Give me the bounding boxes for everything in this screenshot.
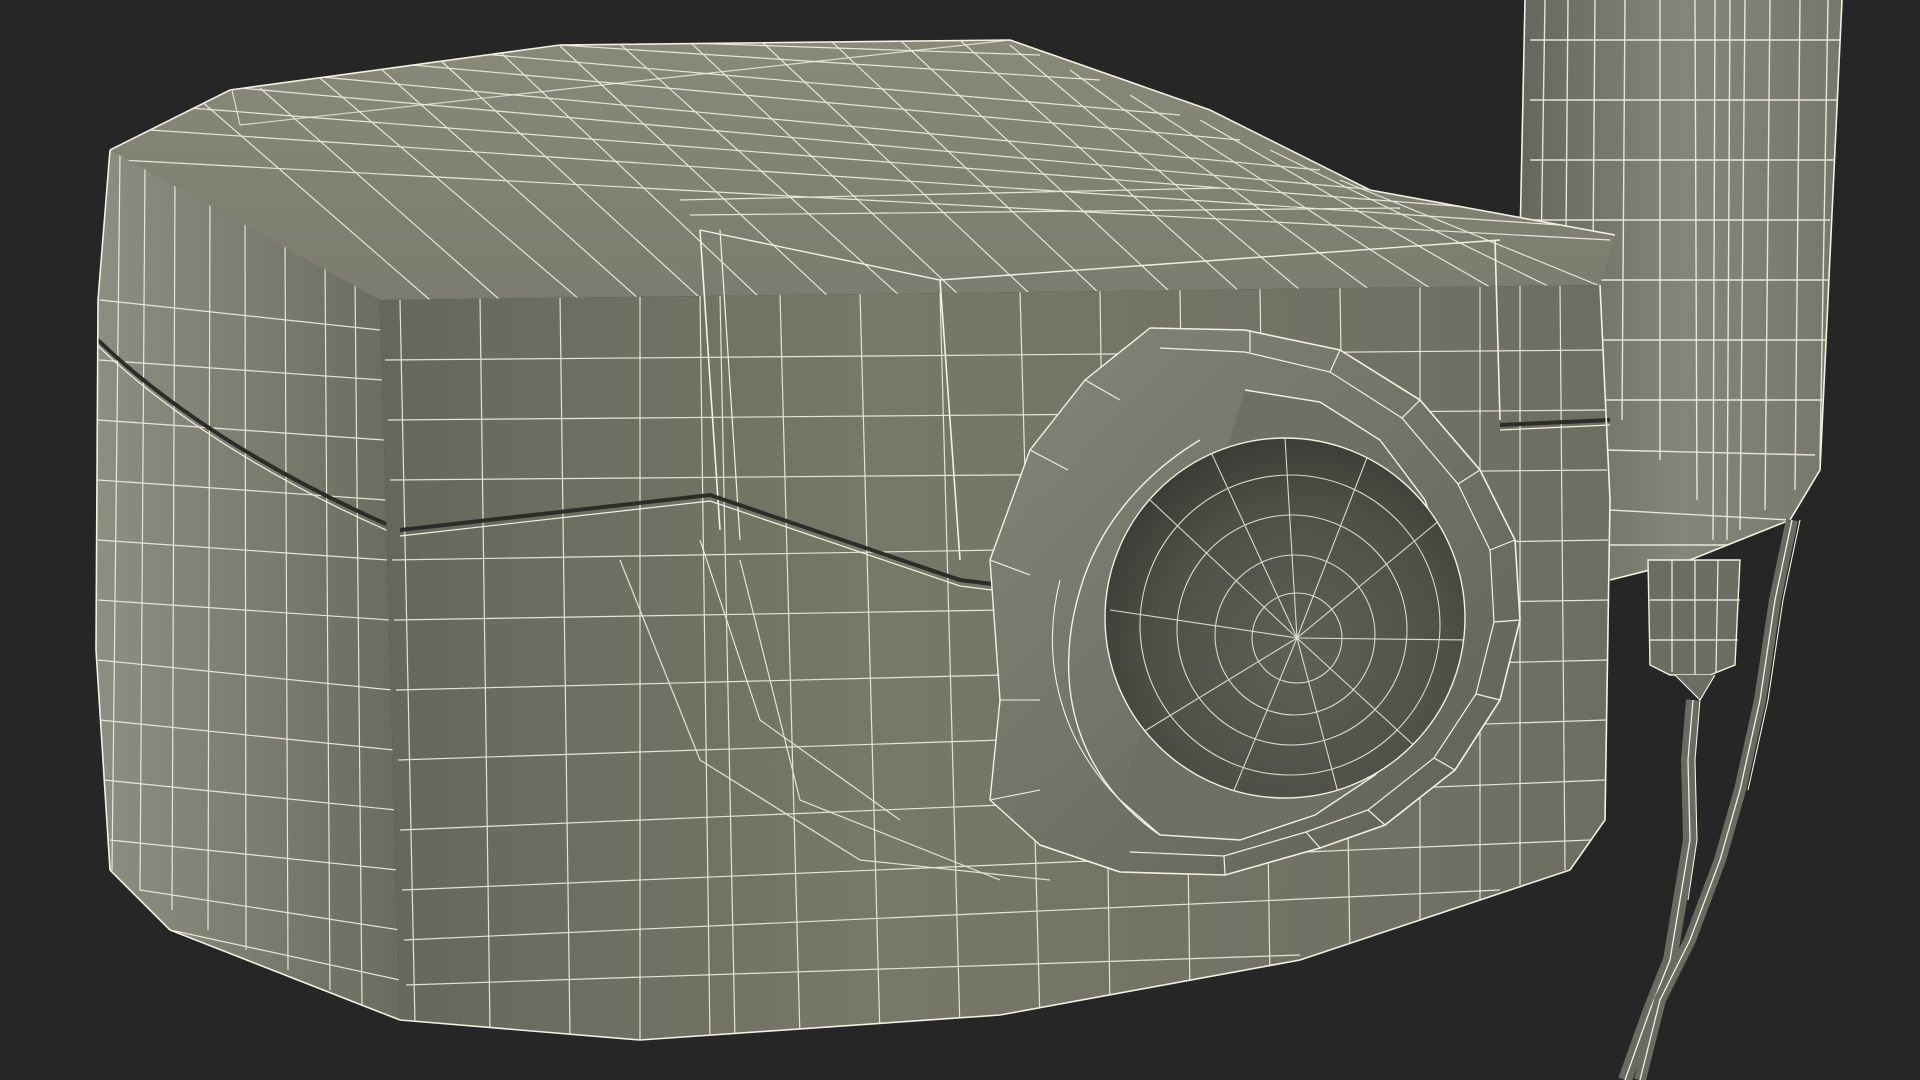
wireframe-render	[95, 0, 1843, 1080]
housing-top-surface	[109, 39, 1616, 300]
render-viewport	[0, 0, 1920, 1080]
